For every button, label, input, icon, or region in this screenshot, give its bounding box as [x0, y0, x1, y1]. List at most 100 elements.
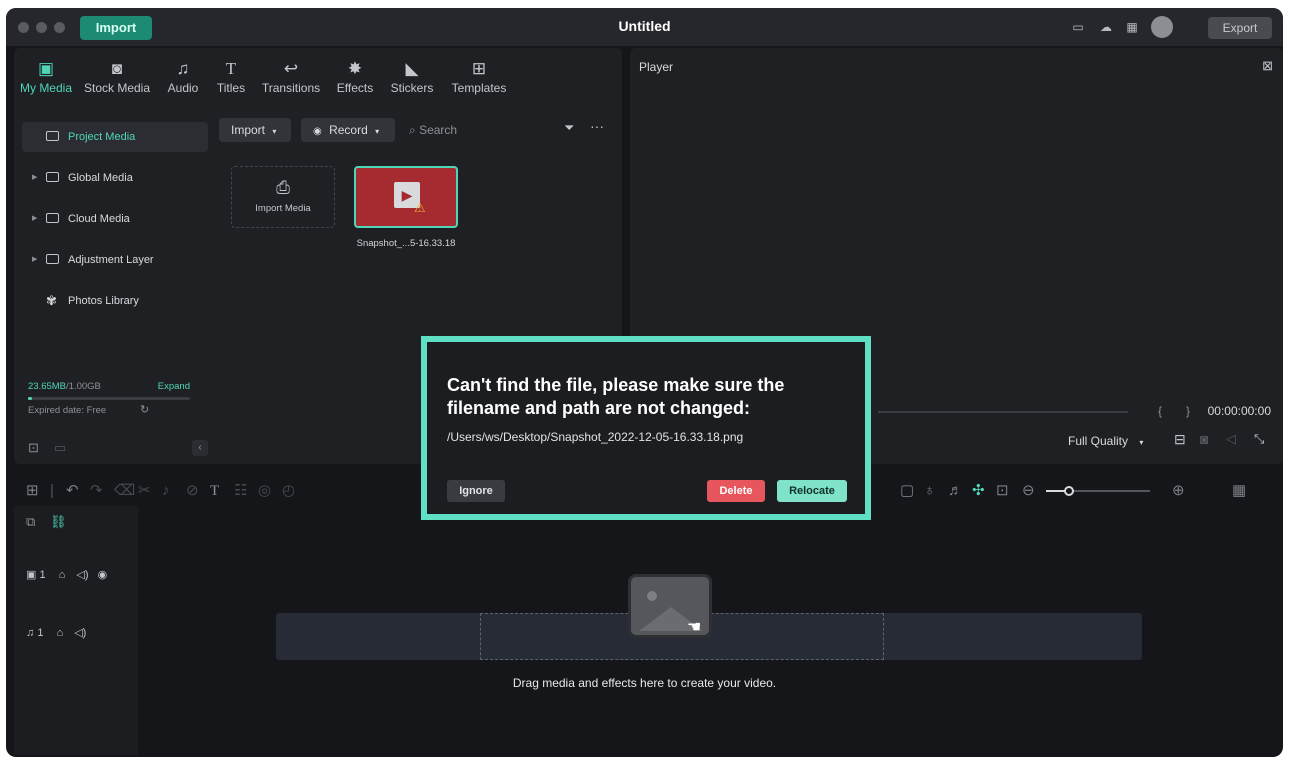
zoom-slider[interactable]: [1046, 486, 1150, 496]
volume-icon[interactable]: ◁: [1226, 431, 1236, 447]
cut-icon[interactable]: ✂: [138, 482, 151, 500]
delete-icon[interactable]: ⌫: [114, 482, 135, 500]
image-placeholder-icon: ☚: [628, 574, 712, 638]
snapshot-settings-icon[interactable]: ⊠: [1262, 58, 1273, 74]
undo-icon[interactable]: ↶: [66, 482, 79, 500]
lock-icon[interactable]: ⌂: [57, 627, 64, 639]
marker-icon[interactable]: ▢: [900, 482, 914, 500]
grid-icon[interactable]: ▦: [1124, 19, 1140, 35]
player-title: Player: [639, 60, 674, 74]
filter-icon[interactable]: ⏷: [564, 120, 574, 136]
drop-hint: Drag media and effects here to create yo…: [512, 676, 777, 690]
zoom-out-icon[interactable]: ⊖: [1022, 482, 1035, 500]
record-icon: ◉: [313, 126, 322, 137]
export-button[interactable]: Export: [1208, 17, 1272, 39]
storage-used: 23.65MB: [28, 381, 67, 392]
video-track-label: ▣ 1 ⌂ ◁) ◉: [26, 569, 108, 581]
music-edit-icon[interactable]: ♬: [948, 482, 963, 500]
dialog-message: Can't find the file, please make sure th…: [447, 375, 785, 418]
my-media-icon: ▣: [37, 59, 55, 78]
tab-stock-media[interactable]: ◙ Stock Media: [80, 59, 154, 96]
microphone-icon[interactable]: ♁: [924, 482, 935, 500]
new-folder-icon[interactable]: ⊡: [28, 440, 39, 456]
snap-icon[interactable]: ✣: [972, 482, 985, 500]
title-bar: Import Untitled ▭ ☁ ▦ Export: [6, 8, 1283, 46]
eye-icon[interactable]: ◉: [98, 569, 108, 581]
chevron-down-icon: ▾: [375, 127, 380, 136]
camera-icon[interactable]: ◙: [1200, 431, 1208, 447]
volume-icon[interactable]: ◁): [76, 569, 88, 581]
layout-icon[interactable]: ▭: [1070, 19, 1086, 35]
chevron-down-icon: ▾: [1139, 438, 1144, 447]
sidebar-item-adjustment-layer[interactable]: ▶ Adjustment Layer: [22, 245, 208, 275]
import-media-icon: ⎙: [276, 178, 290, 197]
cloud-upload-icon[interactable]: ☁: [1098, 19, 1114, 35]
folder-icon: [46, 131, 59, 141]
stock-media-icon: ◙: [111, 59, 123, 78]
photos-flower-icon: ✾: [46, 293, 57, 308]
tab-transitions[interactable]: ↩ Transitions: [254, 60, 328, 96]
missing-file-dialog: Can't find the file, please make sure th…: [421, 336, 871, 520]
multi-select-icon[interactable]: ⊞: [26, 482, 39, 500]
avatar[interactable]: [1151, 16, 1173, 38]
fullscreen-icon[interactable]: ⤡: [1254, 431, 1264, 447]
quality-dropdown[interactable]: Full Quality ▾: [1068, 434, 1143, 448]
sidebar-item-photos-library[interactable]: ✾ Photos Library: [22, 286, 208, 316]
more-options-icon[interactable]: ···: [590, 118, 604, 134]
search-input[interactable]: ⌕ Search: [409, 118, 457, 142]
folder-icon[interactable]: ▭: [54, 440, 66, 456]
chevron-down-icon: ▾: [272, 127, 277, 136]
link-icon[interactable]: ⛓: [50, 514, 67, 530]
speed-icon[interactable]: ◴: [282, 482, 295, 500]
mark-in-button[interactable]: {: [1158, 404, 1162, 418]
audio-track-label: ♫ 1 ⌂ ◁): [26, 627, 87, 639]
expand-arrow-icon[interactable]: ▶: [32, 204, 37, 234]
audio-edit-icon[interactable]: ♪: [162, 482, 170, 500]
record-dropdown[interactable]: ◉ Record ▾: [301, 118, 395, 142]
warning-icon: ⚠: [414, 200, 426, 215]
color-icon[interactable]: ◎: [258, 482, 271, 500]
progress-track[interactable]: [878, 411, 1128, 413]
expand-arrow-icon[interactable]: ▶: [32, 163, 37, 193]
expand-arrow-icon[interactable]: ▶: [32, 245, 37, 275]
tab-effects[interactable]: ✸ Effects: [330, 59, 380, 96]
mark-out-button[interactable]: }: [1186, 404, 1190, 418]
tab-stickers[interactable]: ◣ Stickers: [382, 59, 442, 96]
effects-star-icon: ✸: [347, 59, 363, 78]
window-title: Untitled: [618, 18, 671, 34]
tab-templates[interactable]: ⊞ Templates: [444, 59, 514, 96]
tab-audio[interactable]: ♫ Audio: [160, 60, 206, 96]
collapse-sidebar-icon[interactable]: ‹: [192, 440, 208, 456]
adjust-icon[interactable]: ☷: [234, 482, 247, 500]
refresh-icon[interactable]: ↻: [140, 403, 149, 416]
storage-bar: [28, 397, 190, 400]
media-clip-thumbnail[interactable]: ▶ ⚠: [354, 166, 458, 228]
sidebar-item-global-media[interactable]: ▶ Global Media: [22, 163, 208, 193]
templates-icon: ⊞: [471, 59, 487, 78]
expired-date: Expired date: Free: [28, 405, 107, 416]
mask-icon[interactable]: ⊘: [186, 482, 199, 500]
display-icon[interactable]: ⊟: [1174, 431, 1186, 448]
redo-icon[interactable]: ↷: [90, 482, 103, 500]
sidebar-item-cloud-media[interactable]: ▶ Cloud Media: [22, 204, 208, 234]
text-tool-icon[interactable]: T: [210, 482, 219, 500]
stickers-icon: ◣: [405, 59, 419, 78]
delete-button[interactable]: Delete: [707, 480, 765, 502]
ignore-button[interactable]: Ignore: [447, 480, 505, 502]
fit-icon[interactable]: ⊡: [996, 482, 1009, 500]
import-dropdown[interactable]: Import ▾: [219, 118, 291, 142]
audio-track-icon: ♫: [26, 627, 35, 639]
lock-icon[interactable]: ⌂: [59, 569, 66, 581]
folder-icon: [46, 213, 59, 223]
track-layout-icon[interactable]: ▦: [1232, 482, 1246, 500]
tab-my-media[interactable]: ▣ My Media: [16, 59, 76, 96]
tab-titles[interactable]: T Titles: [212, 60, 250, 96]
volume-icon[interactable]: ◁): [74, 627, 86, 639]
zoom-slider-handle[interactable]: [1064, 486, 1074, 496]
zoom-in-icon[interactable]: ⊕: [1172, 482, 1185, 500]
relocate-button[interactable]: Relocate: [777, 480, 847, 502]
sidebar-item-project-media[interactable]: Project Media: [22, 122, 208, 152]
expand-storage-link[interactable]: Expand: [158, 381, 190, 392]
add-track-icon[interactable]: ⧉: [26, 514, 35, 530]
import-media-tile[interactable]: ⎙ Import Media: [231, 166, 335, 228]
